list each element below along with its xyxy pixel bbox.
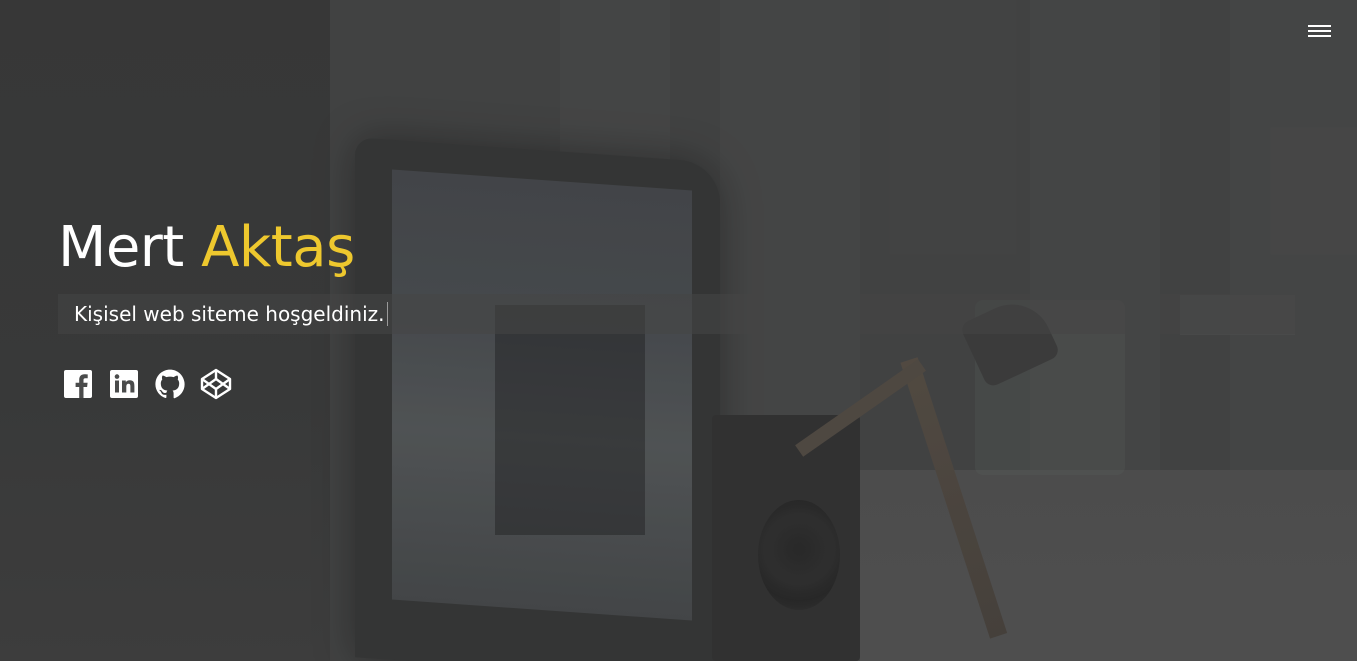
intro: Mert Aktaş Kişisel web siteme hoşgeldini… (58, 212, 1295, 400)
linkedin-icon (110, 370, 138, 398)
tagline-text: Kişisel web siteme hoşgeldiniz. (74, 302, 385, 326)
typing-cursor (386, 302, 388, 326)
tagline-box: Kişisel web siteme hoşgeldiniz. (58, 294, 1295, 334)
facebook-link[interactable] (62, 368, 94, 400)
page-title: Mert Aktaş (58, 212, 1295, 284)
linkedin-link[interactable] (108, 368, 140, 400)
github-icon (155, 369, 185, 399)
codepen-link[interactable] (200, 368, 232, 400)
hero-section: Mert Aktaş Kişisel web siteme hoşgeldini… (0, 0, 1357, 661)
codepen-icon (200, 368, 232, 400)
social-links (58, 368, 1295, 400)
last-name: Aktaş (201, 215, 355, 280)
hamburger-menu-icon[interactable] (1308, 22, 1331, 40)
facebook-icon (64, 370, 92, 398)
github-link[interactable] (154, 368, 186, 400)
first-name: Mert (58, 215, 184, 280)
